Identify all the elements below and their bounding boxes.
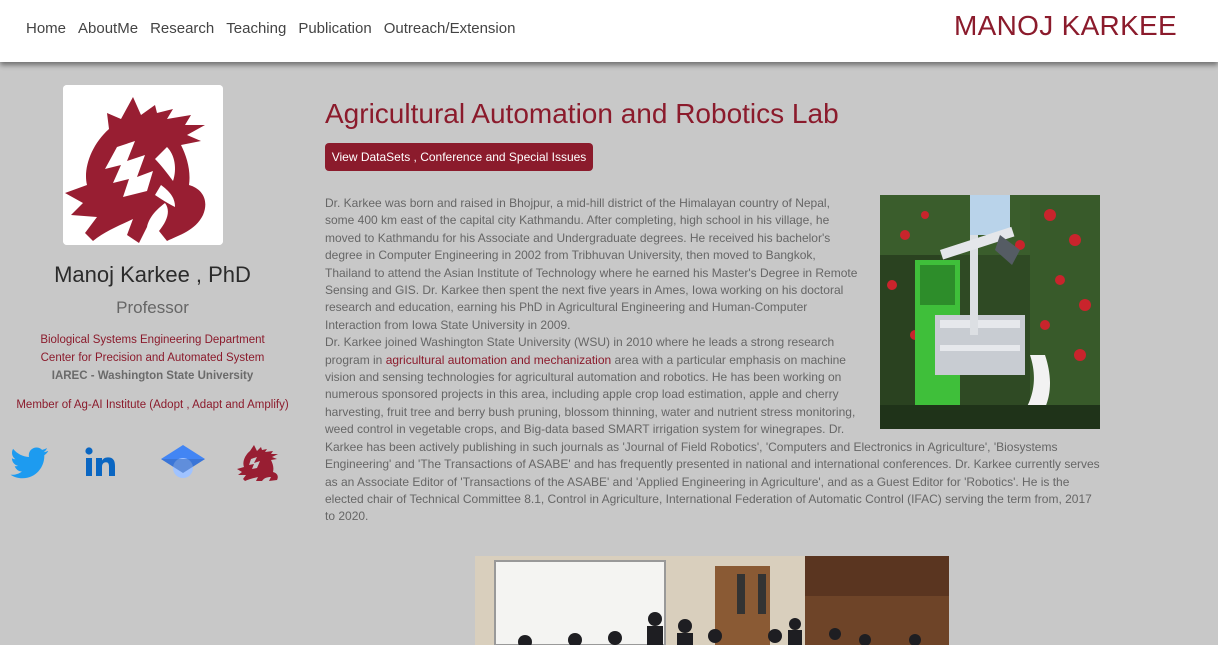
view-datasets-button[interactable]: View DataSets , Conference and Special I… [325,143,593,171]
top-navbar: Home AboutMe Research Teaching Publicati… [0,0,1218,62]
nav-home[interactable]: Home [26,20,66,38]
bio-paragraph-1: Dr. Karkee was born and raised in Bhojpu… [325,196,858,332]
nav-links: Home AboutMe Research Teaching Publicati… [26,20,527,38]
biography: Dr. Karkee was born and raised in Bhojpu… [325,195,1100,526]
nav-research[interactable]: Research [150,20,214,38]
affiliation-iarec[interactable]: IAREC - Washington State University [0,370,305,382]
twitter-icon[interactable] [6,442,52,482]
wsu-logo [63,85,223,245]
google-scholar-icon[interactable] [160,442,206,482]
wsu-cougar-icon[interactable] [236,442,282,482]
lab-group-photo [475,556,949,645]
nav-publication[interactable]: Publication [298,20,371,38]
site-brand[interactable]: MANOJ KARKEE [954,10,1177,42]
affiliation-department[interactable]: Biological Systems Engineering Departmen… [0,334,305,346]
nav-teaching[interactable]: Teaching [226,20,286,38]
profile-title: Professor [116,298,189,317]
profile-sidebar: Manoj Karkee , PhD Professor Biological … [0,62,305,645]
lab-title: Agricultural Automation and Robotics Lab [325,98,839,129]
profile-name: Manoj Karkee , PhD [54,262,251,287]
nav-outreach-extension[interactable]: Outreach/Extension [384,20,516,38]
nav-aboutme[interactable]: AboutMe [78,20,138,38]
ag-automation-mechanization-link[interactable]: agricultural automation and mechanizatio… [386,353,611,367]
robot-orchard-photo [880,195,1100,429]
linkedin-icon[interactable] [80,442,126,482]
wsu-cougar-logo-image [63,85,223,245]
affiliation-center[interactable]: Center for Precision and Automated Syste… [0,352,305,364]
ag-ai-membership-link[interactable]: Member of Ag-AI Institute (Adopt , Adapt… [0,399,305,411]
